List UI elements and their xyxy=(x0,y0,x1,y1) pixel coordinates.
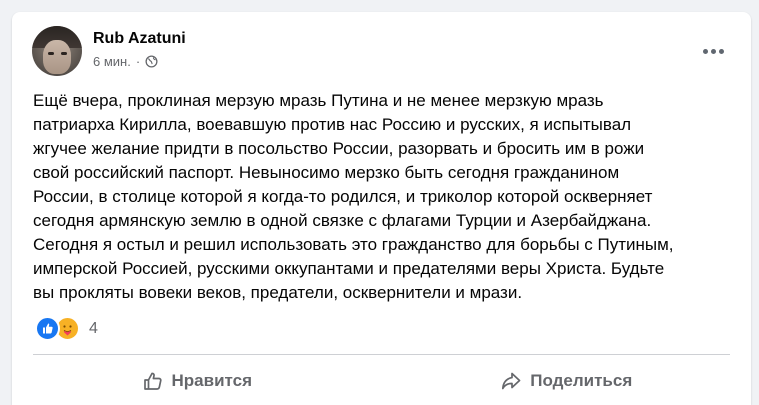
post-text-line: жгучее желание придти в посольство Росси… xyxy=(33,139,645,158)
avatar[interactable] xyxy=(32,26,82,76)
post-text-line: России, в столице которой я когда-то род… xyxy=(33,187,653,206)
post-text-line: Ещё вчера, проклиная мерзую мразь Путина… xyxy=(33,91,604,110)
post-card: Rub Azatuni 6 мин. · Ещё вчера, проклина… xyxy=(12,12,751,405)
post-time[interactable]: 6 мин. xyxy=(93,54,131,69)
like-button-label: Нравится xyxy=(171,371,253,390)
more-dot xyxy=(710,48,716,54)
share-button[interactable]: Поделиться xyxy=(382,362,752,400)
post-text: Ещё вчера, проклиная мерзую мразь Путина… xyxy=(33,89,723,305)
post-text-line: Сегодня я остыл и решил использовать это… xyxy=(33,235,674,254)
share-button-label: Поделиться xyxy=(530,371,633,390)
post-actions: Нравится Поделиться xyxy=(12,362,751,400)
post-text-line: имперской Россией, русскими оккупантами … xyxy=(33,259,665,278)
post-meta: 6 мин. · xyxy=(93,54,158,69)
avatar-eye-right xyxy=(61,52,67,55)
reaction-count[interactable]: 4 xyxy=(89,320,98,338)
post-text-line: сегодня армянскую землю в одной связке с… xyxy=(33,211,652,230)
more-dot xyxy=(702,48,708,54)
actions-divider xyxy=(33,354,730,355)
globe-icon[interactable] xyxy=(145,55,158,68)
post-text-line: вы прокляты вовеки веков, предатели, оск… xyxy=(33,283,523,302)
post-text-line: свой российский паспорт. Невыносимо мерз… xyxy=(33,163,620,182)
reactions-summary[interactable]: 4 xyxy=(35,316,98,341)
more-dot xyxy=(718,48,724,54)
like-reaction-icon xyxy=(35,316,60,341)
like-button[interactable]: Нравится xyxy=(12,362,382,400)
post-text-line: патриарха Кирилла, воевавшую против нас … xyxy=(33,115,632,134)
author-name[interactable]: Rub Azatuni xyxy=(93,30,186,48)
avatar-face xyxy=(43,40,71,74)
thumbs-up-icon xyxy=(142,370,164,392)
avatar-eye-left xyxy=(48,52,54,55)
post-header: Rub Azatuni 6 мин. · xyxy=(12,12,751,82)
share-arrow-icon xyxy=(500,370,522,392)
more-options-icon[interactable] xyxy=(695,40,731,62)
meta-separator: · xyxy=(135,54,141,69)
